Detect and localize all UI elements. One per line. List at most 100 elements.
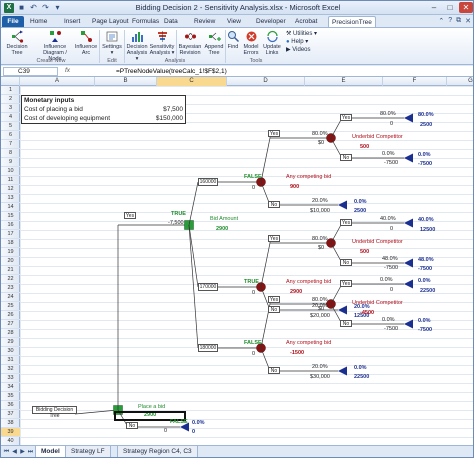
row-header[interactable]: 9 — [1, 158, 20, 167]
no-branch-label[interactable]: No — [340, 259, 352, 266]
videos-menu[interactable]: ▶ Videos — [286, 46, 317, 54]
minimize-ribbon-icon[interactable]: ⌃ — [438, 17, 444, 25]
cell-area[interactable]: Monetary inputs Cost of placing a bid $7… — [20, 86, 473, 445]
tab-developer[interactable]: Developer — [256, 16, 286, 27]
row-header[interactable]: 36 — [1, 401, 20, 410]
yes-branch-label[interactable]: Yes — [268, 235, 280, 242]
row-header[interactable]: 32 — [1, 365, 20, 374]
sheet-tab-strategy-lf[interactable]: Strategy LF — [65, 446, 111, 457]
row-header[interactable]: 7 — [1, 140, 20, 149]
column-header[interactable]: C — [157, 77, 227, 86]
row-header[interactable]: 22 — [1, 275, 20, 284]
row-header[interactable]: 35 — [1, 392, 20, 401]
first-sheet-icon[interactable]: ⏮ — [3, 448, 10, 457]
tab-page-layout[interactable]: Page Layout — [92, 16, 129, 27]
row-header[interactable]: 24 — [1, 293, 20, 302]
influence-arc-button[interactable]: Influence Arc — [74, 30, 98, 56]
tab-home[interactable]: Home — [30, 16, 47, 27]
row-header[interactable]: 30 — [1, 347, 20, 356]
yes-branch-label[interactable]: Yes — [340, 114, 352, 121]
no-branch-label[interactable]: No — [268, 306, 280, 313]
sensitivity-analysis-button[interactable]: Sensitivity Analysis ▾ — [149, 30, 175, 56]
end-node-icon[interactable] — [338, 200, 347, 210]
minimize-icon[interactable]: – — [427, 2, 441, 13]
row-header[interactable]: 20 — [1, 257, 20, 266]
tab-acrobat[interactable]: Acrobat — [295, 16, 317, 27]
row-header[interactable]: 4 — [1, 113, 20, 122]
end-node-icon[interactable] — [404, 319, 413, 329]
close-workbook-icon[interactable]: ✕ — [465, 17, 471, 25]
tab-data[interactable]: Data — [164, 16, 178, 27]
row-header[interactable]: 34 — [1, 383, 20, 392]
row-header[interactable]: 29 — [1, 338, 20, 347]
row-header[interactable]: 1 — [1, 86, 20, 95]
tab-insert[interactable]: Insert — [64, 16, 80, 27]
row-header[interactable]: 28 — [1, 329, 20, 338]
row-header[interactable]: 5 — [1, 122, 20, 131]
column-header[interactable]: F — [383, 77, 447, 86]
decision-tree-button[interactable]: Decision Tree — [4, 30, 30, 56]
sheet-tab-model[interactable]: Model — [35, 446, 66, 457]
row-header[interactable]: 23 — [1, 284, 20, 293]
row-header[interactable]: 40 — [1, 437, 20, 445]
row-header[interactable]: 26 — [1, 311, 20, 320]
utilities-menu[interactable]: ⚒ Utilities ▾ — [286, 30, 317, 38]
row-header[interactable]: 6 — [1, 131, 20, 140]
column-header[interactable]: E — [305, 77, 383, 86]
no-branch-label[interactable]: No — [268, 201, 280, 208]
column-header[interactable]: D — [227, 77, 305, 86]
tab-file[interactable]: File — [2, 16, 24, 27]
maximize-icon[interactable]: □ — [443, 2, 457, 13]
row-header[interactable]: 21 — [1, 266, 20, 275]
row-header[interactable]: 16 — [1, 221, 20, 230]
tab-formulas[interactable]: Formulas — [132, 16, 159, 27]
yes-branch-label[interactable]: Yes — [340, 280, 352, 287]
formula-input[interactable]: =PTreeNodeValue(treeCalc_1!$F$2,1) — [116, 67, 227, 76]
end-node-icon[interactable] — [404, 113, 413, 123]
end-node-icon[interactable] — [338, 305, 347, 315]
row-header[interactable]: 18 — [1, 239, 20, 248]
no-branch-label[interactable]: No — [340, 320, 352, 327]
row-header[interactable]: 14 — [1, 203, 20, 212]
column-header[interactable]: A — [20, 77, 95, 86]
help-menu[interactable]: ● Help ▾ — [286, 38, 317, 46]
bid-amount-branch[interactable]: 160000 — [198, 178, 218, 186]
row-header[interactable]: 37 — [1, 410, 20, 419]
row-header[interactable]: 3 — [1, 104, 20, 113]
row-header[interactable]: 31 — [1, 356, 20, 365]
yes-branch-label[interactable]: Yes — [124, 212, 136, 219]
tab-review[interactable]: Review — [194, 16, 215, 27]
close-icon[interactable]: ✕ — [459, 2, 473, 13]
row-header[interactable]: 10 — [1, 167, 20, 176]
row-header[interactable]: 15 — [1, 212, 20, 221]
no-branch-label[interactable]: No — [268, 367, 280, 374]
yes-branch-label[interactable]: Yes — [268, 296, 280, 303]
restore-icon[interactable]: ⧉ — [456, 17, 461, 25]
tab-precisiontree[interactable]: PrecisionTree — [328, 16, 376, 27]
yes-branch-label[interactable]: Yes — [340, 219, 352, 226]
no-branch-label[interactable]: No — [126, 422, 138, 429]
sheet-tab-strategy-region[interactable]: Strategy Region C4, C3 — [117, 446, 198, 457]
end-node-icon[interactable] — [404, 153, 413, 163]
row-header[interactable]: 33 — [1, 374, 20, 383]
last-sheet-icon[interactable]: ⏭ — [27, 448, 34, 457]
row-header[interactable]: 25 — [1, 302, 20, 311]
row-header[interactable]: 12 — [1, 185, 20, 194]
yes-branch-label[interactable]: Yes — [268, 130, 280, 137]
end-node-icon[interactable] — [404, 258, 413, 268]
monetary-value[interactable]: $150,000 — [156, 114, 183, 123]
end-node-icon[interactable] — [404, 218, 413, 228]
end-node-icon[interactable] — [404, 279, 413, 289]
row-header[interactable]: 13 — [1, 194, 20, 203]
help-icon[interactable]: ? — [448, 17, 452, 25]
find-button[interactable]: Find — [225, 30, 241, 50]
no-branch-label[interactable]: No — [340, 154, 352, 161]
row-header[interactable]: 27 — [1, 320, 20, 329]
settings-button[interactable]: Settings ▾ — [101, 30, 123, 56]
column-header[interactable]: G — [447, 77, 473, 86]
prev-sheet-icon[interactable]: ◀ — [11, 448, 18, 457]
tree-root-name[interactable]: Bidding Decision Tree — [32, 406, 77, 419]
row-header[interactable]: 19 — [1, 248, 20, 257]
row-header[interactable]: 17 — [1, 230, 20, 239]
next-sheet-icon[interactable]: ▶ — [19, 448, 26, 457]
